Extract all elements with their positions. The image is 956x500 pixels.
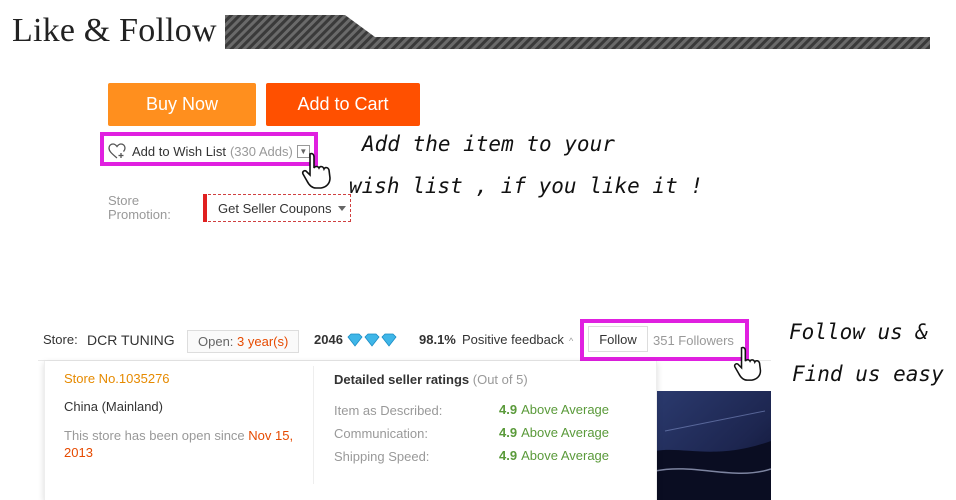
coupon-accent-bar: [203, 194, 207, 222]
page-title: Like & Follow: [12, 12, 217, 49]
coupon-label: Get Seller Coupons: [218, 201, 332, 216]
rating-label: Communication:: [334, 426, 428, 441]
product-photo: [655, 391, 771, 500]
store-promotion-label: Store Promotion:: [108, 193, 171, 222]
open-prefix: Open:: [198, 334, 238, 349]
open-since-prefix: This store has been open since: [64, 428, 249, 443]
rating-value: 4.9 Above Average: [499, 402, 609, 417]
open-duration: 3 year(s): [237, 334, 289, 349]
pointing-hand-icon: [301, 152, 331, 189]
ratings-note: (Out of 5): [472, 372, 528, 387]
rating-text: Above Average: [521, 402, 610, 417]
add-to-cart-button[interactable]: Add to Cart: [266, 83, 420, 126]
annotation-follow-line1: Follow us &: [789, 320, 929, 344]
rating-score: 4.9: [499, 448, 518, 463]
header-decor-band: [225, 15, 930, 49]
ratings-title: Detailed seller ratings (Out of 5): [334, 372, 528, 387]
panel-divider: [313, 366, 314, 484]
diamond-icon: [347, 333, 397, 347]
annotation-wish-line1: Add the item to your: [362, 132, 615, 156]
ratings-heading: Detailed seller ratings: [334, 372, 470, 387]
annotation-follow-line2: Find us easy: [792, 362, 944, 386]
feedback-score: 2046: [314, 332, 343, 347]
chevron-down-icon[interactable]: [338, 206, 346, 211]
rating-label: Shipping Speed:: [334, 449, 430, 464]
rating-value: 4.9 Above Average: [499, 425, 609, 440]
pointing-hand-icon: [733, 346, 762, 381]
store-country: China (Mainland): [64, 399, 163, 414]
annotation-wish-line2: wish list , if you like it !: [349, 174, 704, 198]
store-open-since: This store has been open since Nov 15, 2…: [64, 427, 304, 461]
rating-score: 4.9: [499, 425, 518, 440]
rating-text: Above Average: [521, 448, 610, 463]
store-name-link[interactable]: DCR TUNING: [87, 332, 175, 348]
chevron-up-icon[interactable]: ^: [569, 336, 573, 346]
rating-value: 4.9 Above Average: [499, 448, 609, 463]
rating-label: Item as Described:: [334, 403, 443, 418]
store-number: Store No.1035276: [64, 371, 170, 386]
store-open-badge: Open: 3 year(s): [187, 330, 300, 353]
positive-feedback-label[interactable]: Positive feedback: [462, 332, 564, 347]
wishlist-highlight-box: [100, 132, 318, 166]
rating-text: Above Average: [521, 425, 610, 440]
follow-highlight-box: [580, 319, 749, 361]
buy-now-button[interactable]: Buy Now: [108, 83, 256, 126]
store-label: Store:: [43, 332, 78, 347]
rating-score: 4.9: [499, 402, 518, 417]
positive-percentage: 98.1%: [419, 332, 456, 347]
